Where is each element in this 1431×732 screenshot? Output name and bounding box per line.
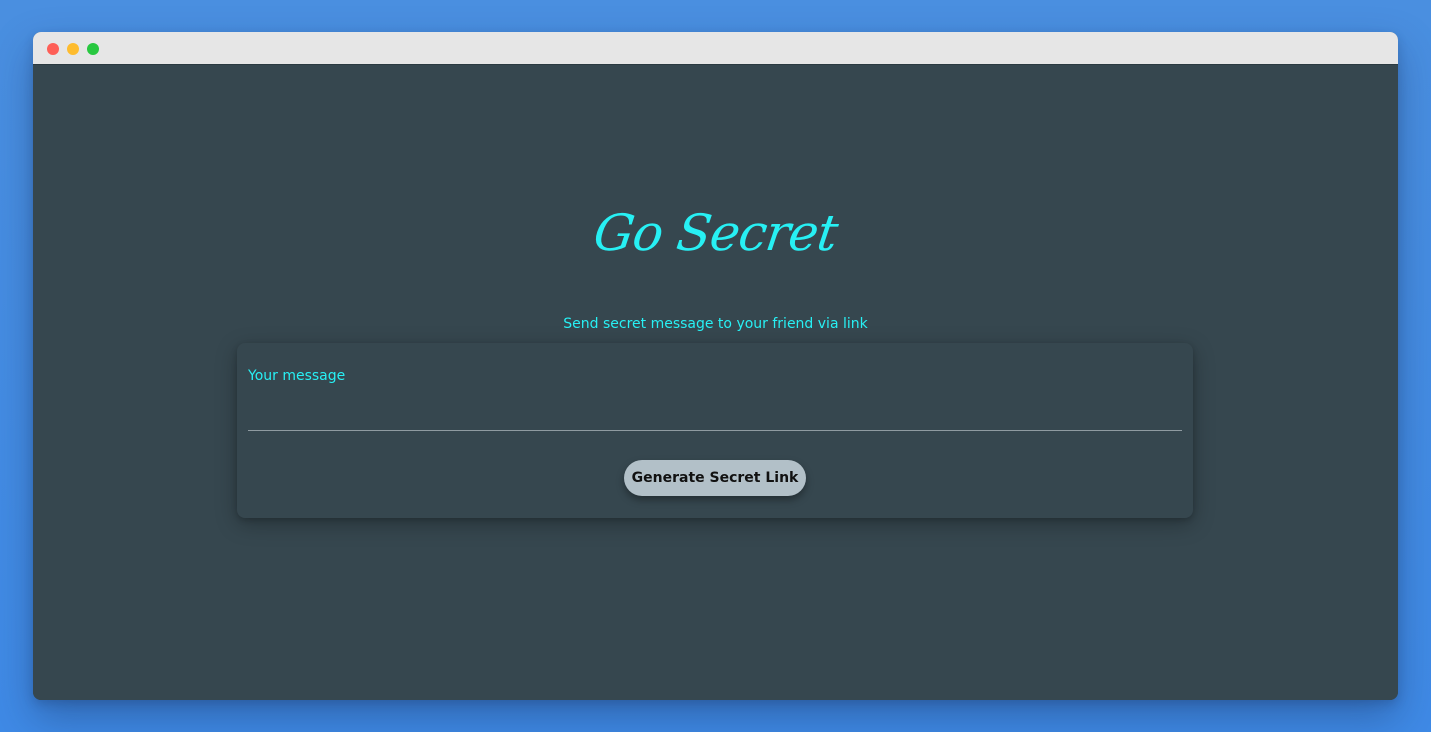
app-subtitle: Send secret message to your friend via l…	[563, 316, 868, 332]
message-input[interactable]	[248, 393, 1182, 431]
generate-secret-link-button[interactable]: Generate Secret Link	[624, 460, 806, 496]
title-bar	[33, 32, 1398, 65]
message-label: Your message	[248, 368, 346, 384]
close-window-button[interactable]	[47, 43, 59, 55]
page-content: Go Secret Send secret message to your fr…	[33, 65, 1398, 700]
minimize-window-button[interactable]	[67, 43, 79, 55]
browser-window: Go Secret Send secret message to your fr…	[33, 32, 1398, 700]
app-logo-title: Go Secret	[590, 204, 841, 262]
maximize-window-button[interactable]	[87, 43, 99, 55]
message-card: Your message Generate Secret Link	[237, 343, 1193, 518]
